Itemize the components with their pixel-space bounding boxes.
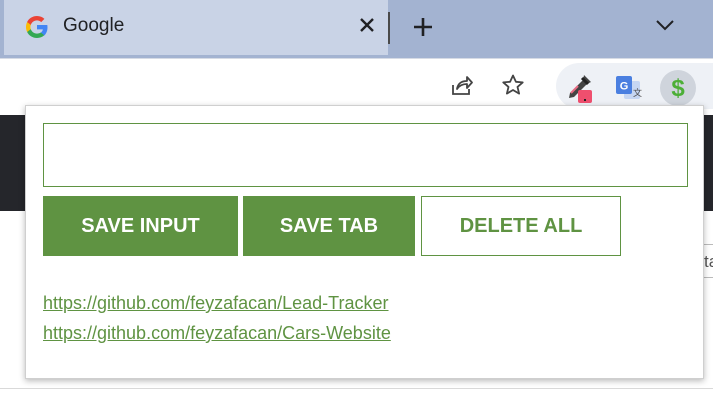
tab-strip: Google [0, 0, 713, 58]
extensions-area: G 文 $ [556, 63, 713, 109]
bookmark-button[interactable] [496, 68, 530, 102]
google-g-icon [26, 16, 48, 38]
share-button[interactable] [445, 68, 479, 102]
lead-tracker-extension[interactable]: $ [660, 70, 696, 106]
browser-window: Google G 文 $ t SAVE INPUT SAVE TAB DELET… [0, 0, 713, 402]
chevron-down-icon [656, 20, 674, 31]
google-translate-icon: G 文 [616, 76, 642, 99]
tab-google[interactable]: Google [4, 0, 388, 55]
eyedropper-icon [569, 75, 592, 103]
eyedropper-extension[interactable] [560, 70, 596, 106]
page-divider [0, 388, 713, 389]
svg-text:文: 文 [633, 87, 642, 98]
lead-link[interactable]: https://github.com/feyzafacan/Cars-Websi… [43, 318, 391, 348]
tab-search-button[interactable] [652, 12, 678, 38]
bookmark-star-icon [502, 74, 524, 95]
translate-extension[interactable]: G 文 [610, 70, 646, 106]
save-input-button[interactable]: SAVE INPUT [43, 196, 238, 256]
lead-link[interactable]: https://github.com/feyzafacan/Lead-Track… [43, 288, 391, 318]
page-partial-text: ta [704, 252, 713, 271]
svg-text:$: $ [671, 75, 685, 102]
plus-icon [414, 18, 432, 36]
extension-popup: SAVE INPUT SAVE TAB DELETE ALL https://g… [25, 105, 704, 379]
delete-all-button[interactable]: DELETE ALL [421, 196, 621, 256]
tab-close-button[interactable] [354, 12, 380, 38]
tab-title: Google [63, 15, 125, 36]
dollar-icon: $ [671, 75, 685, 102]
share-icon [452, 76, 473, 95]
leads-list: https://github.com/feyzafacan/Lead-Track… [43, 288, 391, 348]
close-icon [360, 18, 374, 32]
save-tab-button[interactable]: SAVE TAB [243, 196, 415, 256]
tab-separator [388, 12, 390, 44]
lead-input[interactable] [43, 123, 688, 187]
new-tab-button[interactable] [408, 12, 438, 42]
svg-text:G: G [620, 81, 629, 93]
